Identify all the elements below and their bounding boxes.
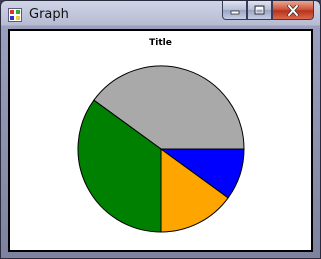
window-title: Graph	[29, 7, 69, 22]
graph-window: Graph Title	[0, 0, 321, 259]
pie-chart	[77, 65, 245, 233]
close-button[interactable]	[272, 1, 314, 20]
caption-buttons	[222, 1, 314, 21]
maximize-button[interactable]	[247, 1, 272, 20]
title-bar[interactable]: Graph	[1, 1, 320, 29]
minimize-icon	[230, 10, 239, 15]
chart-area: Title	[10, 31, 311, 250]
minimize-button[interactable]	[222, 1, 247, 20]
maximize-icon	[254, 5, 265, 15]
close-icon	[287, 4, 299, 16]
app-icon[interactable]	[8, 8, 22, 22]
client-area: Title	[8, 29, 313, 252]
